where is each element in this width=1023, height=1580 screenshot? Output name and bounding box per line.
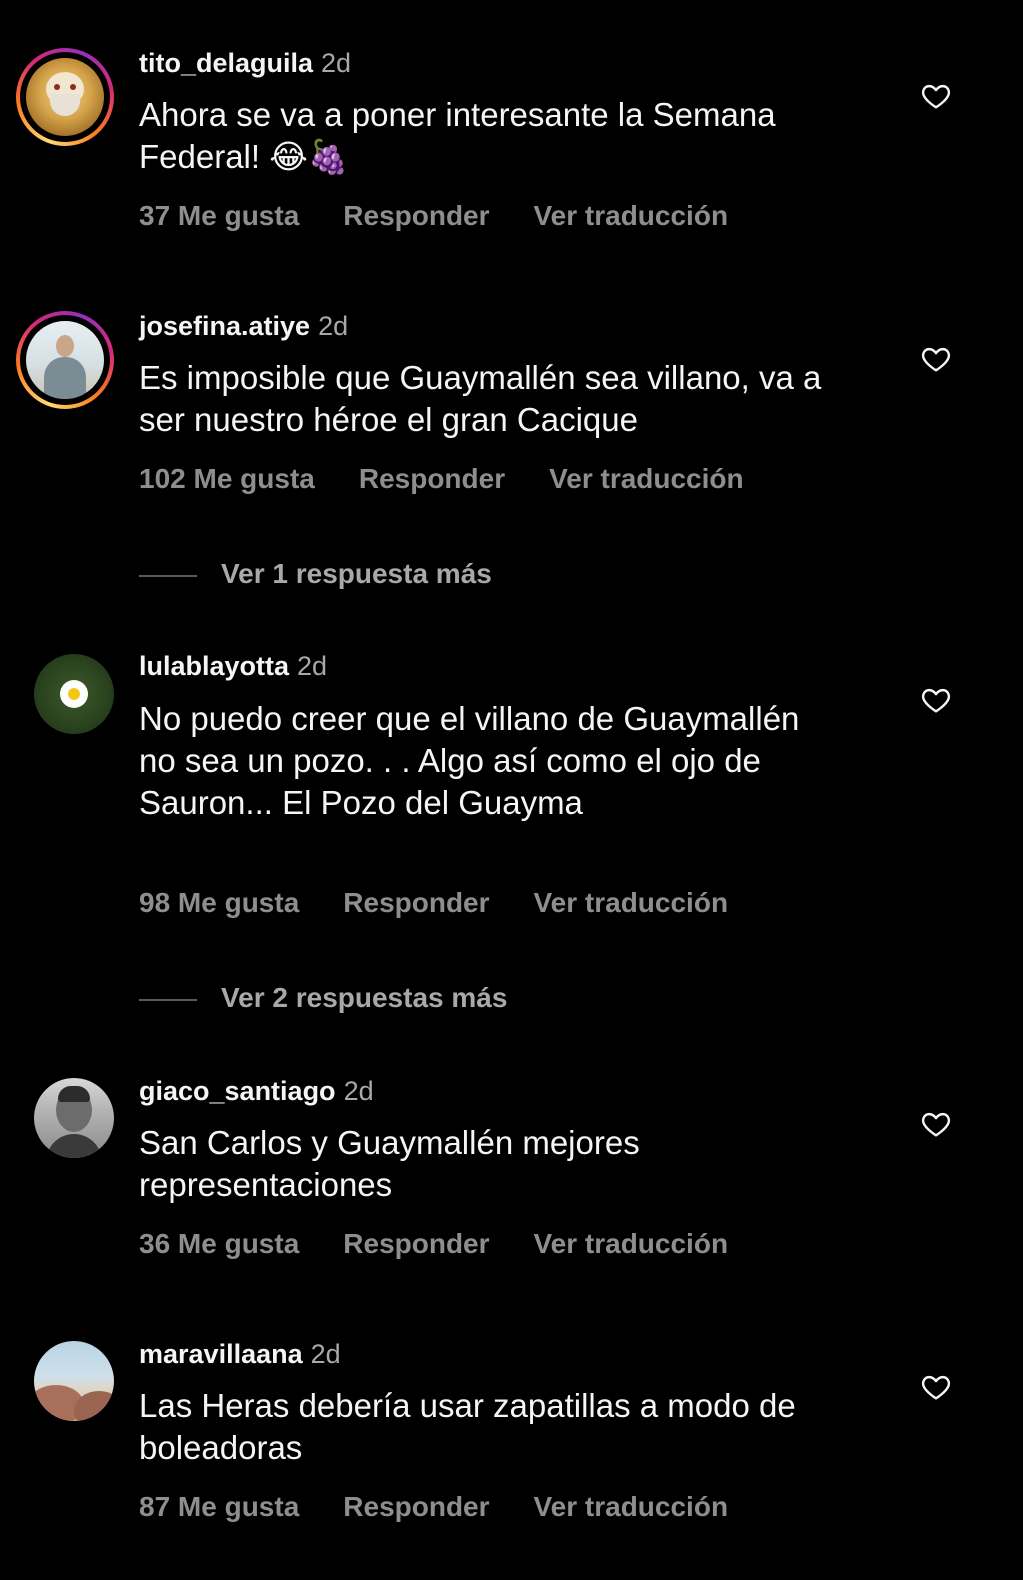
reply-button[interactable]: Responder: [343, 887, 489, 918]
comment-text: San Carlos y Guaymallén mejores represen…: [139, 1124, 640, 1203]
likes-count[interactable]: 87 Me gusta: [139, 1491, 299, 1522]
comment-username[interactable]: josefina.atiye: [139, 311, 310, 341]
view-more-replies[interactable]: Ver 1 respuesta más: [139, 558, 492, 590]
avatar: [26, 321, 104, 399]
avatar-story-ring[interactable]: [16, 311, 114, 409]
heart-outline-icon[interactable]: [919, 684, 953, 716]
comment-time: 2d: [310, 1339, 341, 1369]
divider-line: [139, 998, 197, 1001]
comment-text: Es imposible que Guaymallén sea villano,…: [139, 359, 822, 438]
view-more-replies[interactable]: Ver 2 respuestas más: [139, 982, 507, 1014]
comment-time: 2d: [321, 48, 352, 78]
comment-username[interactable]: lulablayotta: [139, 651, 289, 681]
comment-username[interactable]: tito_delaguila: [139, 48, 313, 78]
heart-outline-icon[interactable]: [919, 343, 953, 375]
heart-outline-icon[interactable]: [919, 80, 953, 112]
comment-text: Las Heras debería usar zapatillas a modo…: [139, 1387, 796, 1466]
reply-button[interactable]: Responder: [343, 1491, 489, 1522]
view-more-replies-label[interactable]: Ver 2 respuestas más: [221, 982, 507, 1013]
translate-button[interactable]: Ver traducción: [549, 463, 744, 494]
divider-line: [139, 574, 197, 577]
comment-time: 2d: [343, 1076, 374, 1106]
avatar[interactable]: [34, 1078, 114, 1158]
translate-button[interactable]: Ver traducción: [534, 1491, 729, 1522]
avatar[interactable]: [34, 654, 114, 734]
comment-username[interactable]: maravillaana: [139, 1339, 303, 1369]
comment-text: No puedo creer que el villano de Guaymal…: [139, 700, 800, 821]
avatar: [26, 58, 104, 136]
translate-button[interactable]: Ver traducción: [534, 887, 729, 918]
likes-count[interactable]: 37 Me gusta: [139, 200, 299, 231]
avatar[interactable]: [34, 1341, 114, 1421]
avatar-story-ring[interactable]: [16, 48, 114, 146]
reply-button[interactable]: Responder: [343, 1228, 489, 1259]
translate-button[interactable]: Ver traducción: [534, 1228, 729, 1259]
likes-count[interactable]: 98 Me gusta: [139, 887, 299, 918]
reply-button[interactable]: Responder: [359, 463, 505, 494]
comment-text: Ahora se va a poner interesante la Seman…: [139, 96, 776, 175]
likes-count[interactable]: 36 Me gusta: [139, 1228, 299, 1259]
reply-button[interactable]: Responder: [343, 200, 489, 231]
comment-time: 2d: [297, 651, 328, 681]
comment-username[interactable]: giaco_santiago: [139, 1076, 336, 1106]
likes-count[interactable]: 102 Me gusta: [139, 463, 315, 494]
translate-button[interactable]: Ver traducción: [534, 200, 729, 231]
comment-time: 2d: [318, 311, 349, 341]
view-more-replies-label[interactable]: Ver 1 respuesta más: [221, 558, 492, 589]
heart-outline-icon[interactable]: [919, 1371, 953, 1403]
heart-outline-icon[interactable]: [919, 1108, 953, 1140]
